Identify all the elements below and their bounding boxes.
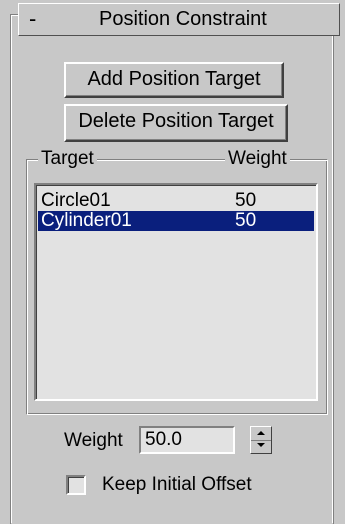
- target-weight: 50: [235, 190, 257, 211]
- weight-label: Weight: [64, 430, 123, 451]
- add-position-target-button[interactable]: Add Position Target: [64, 62, 284, 98]
- weight-spinner[interactable]: [250, 426, 272, 454]
- rollout-header-position-constraint[interactable]: - Position Constraint: [18, 3, 340, 36]
- target-weight: 50: [235, 210, 257, 231]
- weight-input[interactable]: [139, 426, 235, 454]
- spinner-down-arrow-icon[interactable]: [251, 440, 271, 453]
- target-list[interactable]: Circle01 50 Cylinder01 50: [34, 183, 318, 401]
- keep-initial-offset-label: Keep Initial Offset: [102, 474, 252, 495]
- list-item[interactable]: Circle01 50: [38, 191, 314, 211]
- weight-column-header: Weight: [225, 148, 290, 170]
- rollout-title: Position Constraint: [99, 8, 267, 30]
- keep-initial-offset-checkbox[interactable]: [66, 475, 86, 495]
- spinner-up-arrow-icon[interactable]: [251, 427, 271, 441]
- list-item-selected[interactable]: Cylinder01 50: [38, 211, 314, 231]
- target-name: Circle01: [41, 190, 111, 211]
- rollout-collapse-toggle[interactable]: -: [29, 6, 36, 32]
- delete-position-target-button[interactable]: Delete Position Target: [64, 104, 288, 142]
- target-name: Cylinder01: [41, 210, 132, 231]
- target-column-header: Target: [38, 148, 97, 170]
